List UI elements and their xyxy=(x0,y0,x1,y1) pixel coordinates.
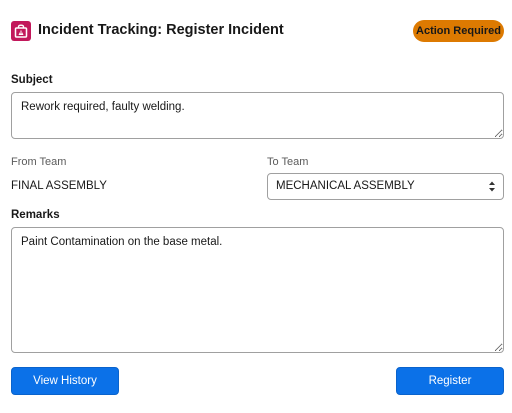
remarks-input[interactable]: Paint Contamination on the base metal. xyxy=(11,227,504,353)
incident-bag-icon xyxy=(11,21,31,41)
to-team-select[interactable]: MECHANICAL ASSEMBLY xyxy=(267,173,504,200)
subject-label: Subject xyxy=(11,74,53,86)
status-badge: Action Required xyxy=(413,20,504,42)
register-button[interactable]: Register xyxy=(396,367,504,395)
from-team-value: FINAL ASSEMBLY xyxy=(11,180,107,192)
to-team-selected-value: MECHANICAL ASSEMBLY xyxy=(276,180,415,192)
select-arrows-icon xyxy=(489,181,495,192)
remarks-label: Remarks xyxy=(11,209,60,221)
from-team-label: From Team xyxy=(11,156,67,168)
header: Incident Tracking: Register Incident Act… xyxy=(0,0,512,62)
view-history-button[interactable]: View History xyxy=(11,367,119,395)
page-title: Incident Tracking: Register Incident xyxy=(38,22,284,38)
register-incident-page: Incident Tracking: Register Incident Act… xyxy=(0,0,512,413)
to-team-label: To Team xyxy=(267,156,309,168)
subject-input[interactable]: Rework required, faulty welding. xyxy=(11,92,504,139)
